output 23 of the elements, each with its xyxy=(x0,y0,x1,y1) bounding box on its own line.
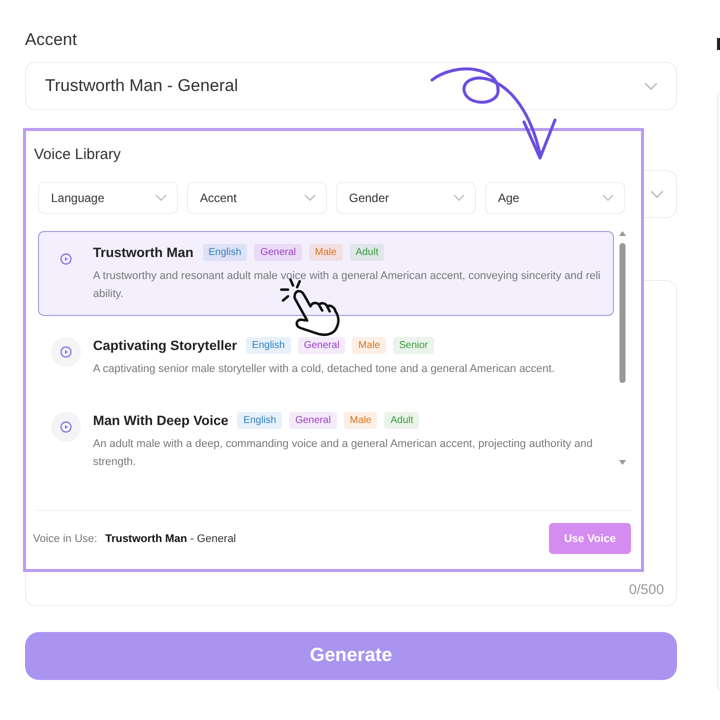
voice-tag: English xyxy=(246,337,291,354)
voice-tag: English xyxy=(237,412,282,429)
voice-description: A trustworthy and resonant adult male voice with a general American accent, conveying sincerity and reliability. xyxy=(93,269,601,302)
voice-tag: General xyxy=(289,412,337,429)
voice-tag: Adult xyxy=(384,412,420,429)
panel-title: Voice Library xyxy=(34,146,122,163)
field-label: Accent xyxy=(25,30,78,50)
voice-tag: English xyxy=(202,244,248,261)
voice-in-use-label: Voice in Use: xyxy=(33,532,98,544)
voice-in-use-value: Trustworth Man - General xyxy=(105,532,236,544)
voice-tag: Adult xyxy=(350,244,384,261)
voice-tag: Male xyxy=(344,412,378,429)
voice-description: An adult male with a deep, commanding voice and a general American accent, projecting authority and strength. xyxy=(93,437,594,470)
voice-tag: Male xyxy=(308,244,343,261)
character-counter: 0/500 xyxy=(628,581,664,597)
voice-name: Captivating Storyteller xyxy=(93,338,238,353)
voice-name: Trustworth Man xyxy=(93,245,194,260)
voice-tag: Male xyxy=(352,337,386,354)
voice-tag: General xyxy=(254,244,302,261)
voice-description: A captivating senior male storyteller with a cold, detached tone and a general American accent. xyxy=(93,362,556,377)
voice-tag: Senior xyxy=(393,337,434,354)
voice-name: Man With Deep Voice xyxy=(93,413,228,428)
voice-tag: General xyxy=(298,337,346,354)
